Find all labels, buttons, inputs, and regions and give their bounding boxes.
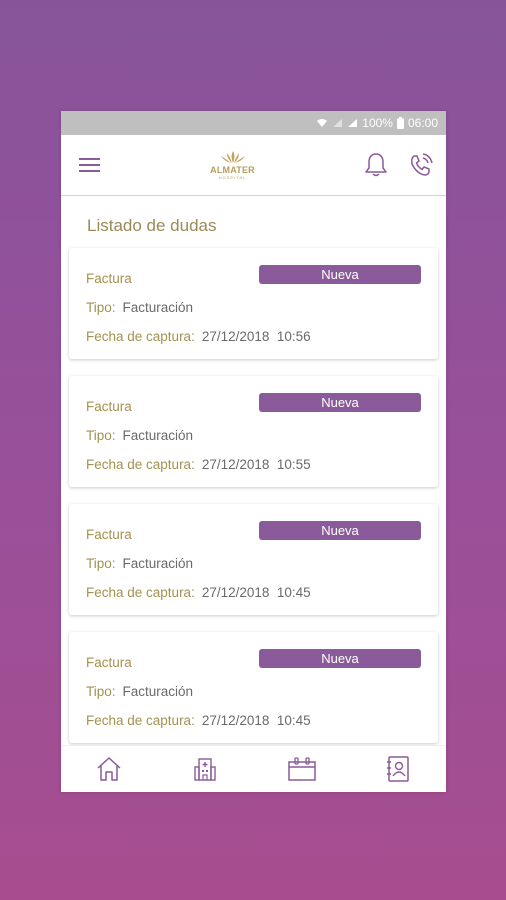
clock: 06:00: [407, 116, 438, 130]
logo-icon: [220, 151, 245, 163]
wifi-icon: [316, 118, 328, 128]
tipo-value: Facturación: [122, 428, 194, 443]
nav-calendar[interactable]: [282, 749, 322, 789]
fecha-label: Fecha de captura:: [86, 329, 195, 344]
tipo-label: Tipo:: [86, 556, 116, 571]
contacts-icon: [386, 756, 409, 782]
signal-icon: [347, 118, 358, 128]
card-title: Factura: [86, 271, 132, 286]
hospital-icon: [194, 758, 217, 781]
card-title: Factura: [86, 527, 132, 542]
battery-icon: [396, 117, 404, 129]
logo-subtext: HOSPITAL: [218, 175, 247, 180]
nav-contacts[interactable]: [378, 749, 418, 789]
doubt-card[interactable]: Factura Nueva Tipo: Facturación Fecha de …: [69, 248, 438, 359]
battery-percent: 100%: [362, 116, 393, 130]
content-area: Listado de dudas Factura Nueva Tipo: Fact…: [61, 196, 446, 752]
home-icon: [97, 757, 121, 781]
fecha-value: 27/12/2018 10:56: [201, 329, 311, 344]
calendar-icon: [287, 757, 316, 781]
tipo-label: Tipo:: [86, 428, 116, 443]
card-title: Factura: [86, 399, 132, 414]
status-badge: Nueva: [259, 393, 421, 412]
doubt-card[interactable]: Factura Nueva Tipo: Facturación Fecha de …: [69, 376, 438, 487]
app-bar: ALMATER HOSPITAL: [61, 135, 446, 196]
fecha-label: Fecha de captura:: [86, 457, 195, 472]
bell-icon[interactable]: [364, 152, 388, 178]
no-sim-icon: [332, 118, 343, 128]
nav-home[interactable]: [89, 749, 129, 789]
fecha-value: 27/12/2018 10:45: [201, 713, 311, 728]
doubt-card[interactable]: Factura Nueva Tipo: Facturación Fecha de …: [69, 504, 438, 615]
logo-text: ALMATER: [210, 165, 255, 175]
menu-icon[interactable]: [79, 157, 101, 173]
page-title: Listado de dudas: [87, 216, 217, 235]
tipo-value: Facturación: [122, 684, 194, 699]
fecha-value: 27/12/2018 10:55: [201, 457, 311, 472]
status-bar: 100% 06:00: [61, 111, 446, 135]
app-screen: 100% 06:00 ALMATER HOSPITAL Listado de d…: [61, 111, 446, 792]
status-badge: Nueva: [259, 649, 421, 668]
status-badge: Nueva: [259, 521, 421, 540]
tipo-value: Facturación: [122, 556, 194, 571]
tipo-value: Facturación: [122, 300, 194, 315]
fecha-value: 27/12/2018 10:45: [201, 585, 311, 600]
doubt-card[interactable]: Factura Nueva Tipo: Facturación Fecha de …: [69, 632, 438, 743]
fecha-label: Fecha de captura:: [86, 585, 195, 600]
status-badge: Nueva: [259, 265, 421, 284]
card-title: Factura: [86, 655, 132, 670]
phone-icon[interactable]: [408, 152, 434, 178]
bottom-nav: [61, 745, 446, 792]
nav-hospital[interactable]: [185, 749, 225, 789]
app-logo: ALMATER HOSPITAL: [198, 150, 268, 180]
tipo-label: Tipo:: [86, 300, 116, 315]
tipo-label: Tipo:: [86, 684, 116, 699]
fecha-label: Fecha de captura:: [86, 713, 195, 728]
